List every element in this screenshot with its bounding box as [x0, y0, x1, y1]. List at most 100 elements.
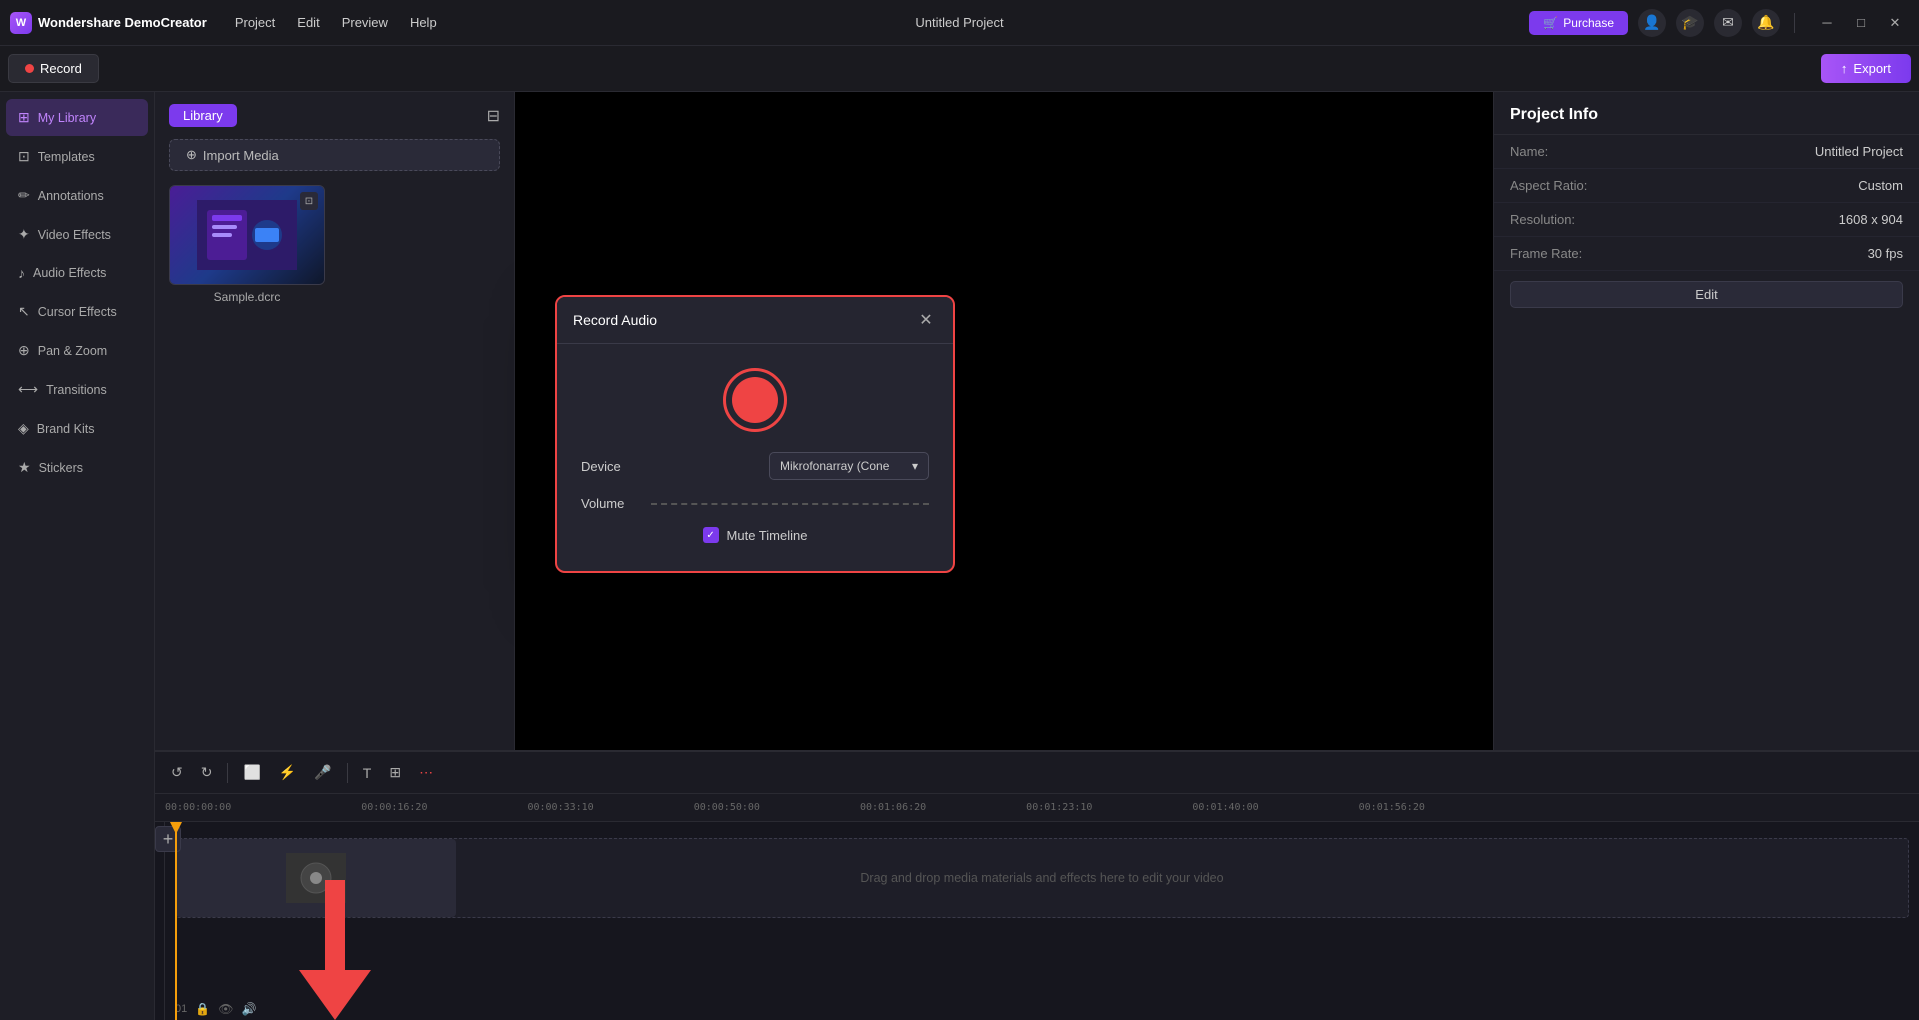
record-button[interactable]: Record [8, 54, 99, 83]
menu-edit[interactable]: Edit [287, 11, 329, 34]
stickers-icon: ★ [18, 459, 31, 476]
education-button[interactable]: 🎓 [1676, 9, 1704, 37]
import-label: Import Media [203, 148, 279, 163]
aspect-value: Custom [1858, 178, 1903, 193]
sidebar-item-transitions[interactable]: ⟷ Transitions [6, 371, 148, 408]
tl-media-button[interactable]: ⊞ [383, 760, 407, 785]
media-item[interactable]: ⊡ Sample.dcrc [169, 185, 325, 304]
purchase-icon: 🛒 [1543, 16, 1558, 30]
sidebar-label-annotations: Annotations [38, 189, 104, 203]
device-label: Device [581, 459, 641, 474]
left-sidebar: ⊞ My Library ⊡ Templates ✏ Annotations ✦… [0, 92, 155, 1020]
transitions-icon: ⟷ [18, 381, 38, 398]
menu-bar: Project Edit Preview Help [225, 11, 447, 34]
tl-undo-button[interactable]: ↺ [165, 760, 189, 785]
timeline-clip[interactable] [176, 839, 456, 917]
thumbnail-expand-icon[interactable]: ⊡ [300, 192, 318, 210]
sidebar-item-video-effects[interactable]: ✦ Video Effects [6, 216, 148, 253]
sidebar-item-annotations[interactable]: ✏ Annotations [6, 177, 148, 214]
playhead [175, 822, 177, 1020]
project-info-framerate-row: Frame Rate: 30 fps [1494, 237, 1919, 271]
sidebar-item-pan-zoom[interactable]: ⊕ Pan & Zoom [6, 332, 148, 369]
library-tab[interactable]: Library [169, 104, 237, 127]
dialog-close-button[interactable]: ✕ [915, 309, 937, 331]
tl-sep-1 [227, 763, 228, 783]
edit-project-button[interactable]: Edit [1510, 281, 1903, 308]
sidebar-label-transitions: Transitions [46, 383, 107, 397]
resolution-value: 1608 x 904 [1839, 212, 1903, 227]
track-area: Drag and drop media materials and effect… [165, 822, 1919, 1020]
volume-slider[interactable] [651, 502, 929, 505]
account-button[interactable]: 👤 [1638, 9, 1666, 37]
templates-icon: ⊡ [18, 148, 30, 165]
record-dot-icon [25, 64, 34, 73]
record-label: Record [40, 61, 82, 76]
menu-preview[interactable]: Preview [332, 11, 398, 34]
device-dropdown[interactable]: Mikrofonarray (Cone ▾ [769, 452, 929, 480]
tl-sep-2 [347, 763, 348, 783]
sidebar-item-cursor-effects[interactable]: ↖ Cursor Effects [6, 293, 148, 330]
notification-button[interactable]: 🔔 [1752, 9, 1780, 37]
maximize-button[interactable]: □ [1847, 9, 1875, 37]
resolution-label: Resolution: [1510, 212, 1575, 227]
mute-row: ✓ Mute Timeline [581, 527, 929, 543]
sidebar-item-my-library[interactable]: ⊞ My Library [6, 99, 148, 136]
ruler-ts-3: 00:00:50:00 [694, 802, 760, 813]
media-thumbnail[interactable]: ⊡ [169, 185, 325, 285]
dialog-fields: Device Mikrofonarray (Cone ▾ Volume ✓ Mu… [581, 452, 929, 543]
export-button[interactable]: ↑ Export [1821, 54, 1911, 83]
ruler-ts-4: 00:01:06:20 [860, 802, 926, 813]
tl-redo-button[interactable]: ↻ [195, 760, 219, 785]
ruler-ts-1: 00:00:16:20 [361, 802, 427, 813]
ruler-ts-5: 00:01:23:10 [1026, 802, 1092, 813]
import-media-button[interactable]: ⊕ Import Media [169, 139, 500, 171]
pan-zoom-icon: ⊕ [18, 342, 30, 359]
close-button[interactable]: ✕ [1881, 9, 1909, 37]
window-controls: ─ □ ✕ [1813, 9, 1909, 37]
app-logo: W Wondershare DemoCreator [10, 12, 207, 34]
main-track: Drag and drop media materials and effect… [175, 838, 1909, 918]
dialog-title: Record Audio [573, 312, 657, 328]
sidebar-label-audio-effects: Audio Effects [33, 266, 106, 280]
framerate-value: 30 fps [1868, 246, 1903, 261]
sidebar-label-brand-kits: Brand Kits [37, 422, 95, 436]
sidebar-item-brand-kits[interactable]: ◈ Brand Kits [6, 410, 148, 447]
record-circle-button[interactable] [723, 368, 787, 432]
track-audio-icon[interactable]: 🔊 [241, 1002, 256, 1016]
annotations-icon: ✏ [18, 187, 30, 204]
my-library-icon: ⊞ [18, 109, 30, 126]
minimize-button[interactable]: ─ [1813, 9, 1841, 37]
device-field-row: Device Mikrofonarray (Cone ▾ [581, 452, 929, 480]
menu-help[interactable]: Help [400, 11, 447, 34]
app-logo-icon: W [10, 12, 32, 34]
mail-button[interactable]: ✉ [1714, 9, 1742, 37]
track-visibility-icon[interactable]: 👁 [218, 1002, 233, 1016]
project-info-name-row: Name: Untitled Project [1494, 135, 1919, 169]
topbar: W Wondershare DemoCreator Project Edit P… [0, 0, 1919, 46]
menu-project[interactable]: Project [225, 11, 285, 34]
project-info-resolution-row: Resolution: 1608 x 904 [1494, 203, 1919, 237]
sidebar-item-audio-effects[interactable]: ♪ Audio Effects [6, 255, 148, 291]
dialog-titlebar: Record Audio ✕ [557, 297, 953, 344]
mute-checkbox[interactable]: ✓ [703, 527, 719, 543]
tl-crop-button[interactable]: ⬜ [237, 760, 266, 785]
audio-effects-icon: ♪ [18, 265, 25, 281]
aspect-label: Aspect Ratio: [1510, 178, 1587, 193]
tl-split-button[interactable]: ⚡ [273, 760, 302, 785]
track-lock-icon[interactable]: 🔒 [195, 1002, 210, 1016]
sidebar-item-stickers[interactable]: ★ Stickers [6, 449, 148, 486]
purchase-button[interactable]: 🛒 Purchase [1529, 11, 1628, 35]
device-chevron-icon: ▾ [912, 459, 918, 473]
record-audio-dialog: Record Audio ✕ Device Mikrofonarray (Con… [555, 295, 955, 573]
sidebar-item-templates[interactable]: ⊡ Templates [6, 138, 148, 175]
tl-mic-button[interactable]: 🎤 [308, 760, 337, 785]
record-circle-inner [732, 377, 778, 423]
filter-icon[interactable]: ⊟ [487, 106, 500, 126]
brand-kits-icon: ◈ [18, 420, 29, 437]
timeline-toolbar: ↺ ↻ ⬜ ⚡ 🎤 T ⊞ ⋯ [155, 752, 1919, 794]
name-value: Untitled Project [1815, 144, 1903, 159]
tl-more-button[interactable]: ⋯ [413, 760, 439, 785]
purchase-label: Purchase [1563, 16, 1614, 30]
tl-text-button[interactable]: T [357, 761, 378, 785]
project-title: Untitled Project [915, 15, 1003, 30]
